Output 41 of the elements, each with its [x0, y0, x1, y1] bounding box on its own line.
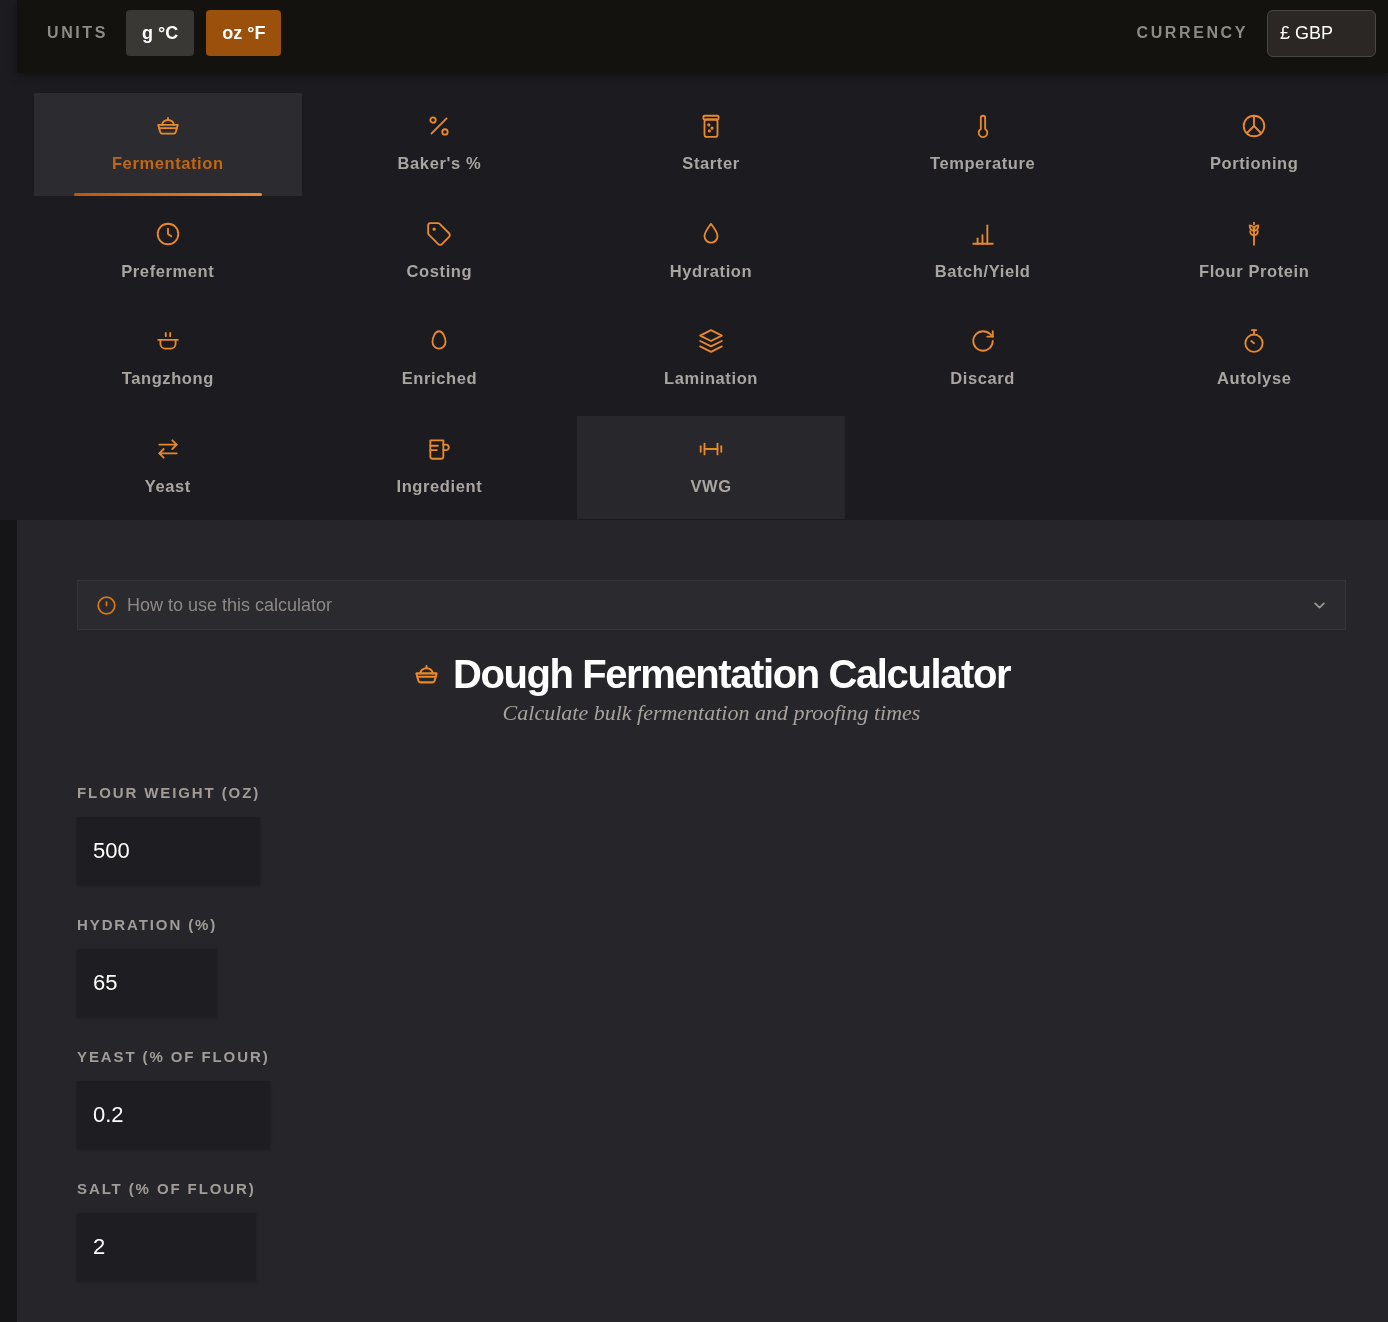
currency-label: CURRENCY [1136, 23, 1248, 43]
number-input[interactable]: 2 [77, 1213, 256, 1281]
calculator-tab[interactable]: VWG [577, 415, 845, 519]
calculator-tab[interactable]: Starter [577, 93, 845, 196]
calculator-subtitle: Calculate bulk fermentation and proofing times [501, 701, 922, 725]
layers-icon [698, 328, 724, 354]
field-label: YEAST (% OF FLOUR) [77, 1048, 270, 1066]
field-label: FLOUR WEIGHT (OZ) [77, 784, 261, 802]
help-accordion[interactable]: How to use this calculator [77, 580, 1346, 630]
calculator-tab[interactable]: Temperature [848, 93, 1117, 196]
units-label: UNITS [47, 23, 108, 43]
number-input[interactable]: 0.2 [77, 1081, 270, 1149]
number-input[interactable]: 65 [77, 949, 218, 1017]
clock-icon [154, 220, 181, 247]
chevron-down-icon [1314, 601, 1325, 609]
info-icon [96, 594, 117, 616]
tag-icon [426, 220, 453, 247]
calculator-tab[interactable]: Portioning [1120, 93, 1388, 196]
pie-chart-icon [1241, 113, 1268, 139]
calculator-tab[interactable]: Flour Protein [1120, 200, 1388, 304]
calculator-title: Dough Fermentation Calculator [452, 652, 1011, 696]
calculator-tab[interactable]: Enriched [305, 308, 574, 411]
calculator-tab[interactable]: Baker's % [305, 93, 574, 196]
calculator-tab[interactable]: Yeast [34, 415, 302, 519]
currency-select[interactable]: £ GBP [1267, 10, 1376, 57]
calculator-tab[interactable]: Preferment [34, 200, 302, 304]
calculator-tab[interactable]: Ingredient [305, 415, 574, 519]
number-input[interactable]: 500 [77, 817, 261, 885]
calculator-tab[interactable]: Hydration [577, 200, 845, 304]
calculator-tab[interactable]: Batch/Yield [848, 200, 1117, 304]
field-label: SALT (% OF FLOUR) [77, 1180, 256, 1198]
unit-toggle-button[interactable]: oz °F [206, 10, 282, 56]
calculator-tab[interactable]: Tangzhong [34, 308, 302, 411]
field-label: HYDRATION (%) [77, 916, 218, 934]
calculator-tab[interactable]: Lamination [577, 308, 845, 411]
calculator-tab[interactable]: Autolyse [1120, 308, 1388, 411]
calculator-tab[interactable]: Costing [305, 200, 574, 304]
calculator-tab[interactable]: Fermentation [34, 93, 302, 196]
refresh-icon [969, 328, 996, 354]
calculator-tab[interactable]: Discard [848, 308, 1117, 411]
unit-toggle-button[interactable]: g °C [126, 10, 195, 56]
